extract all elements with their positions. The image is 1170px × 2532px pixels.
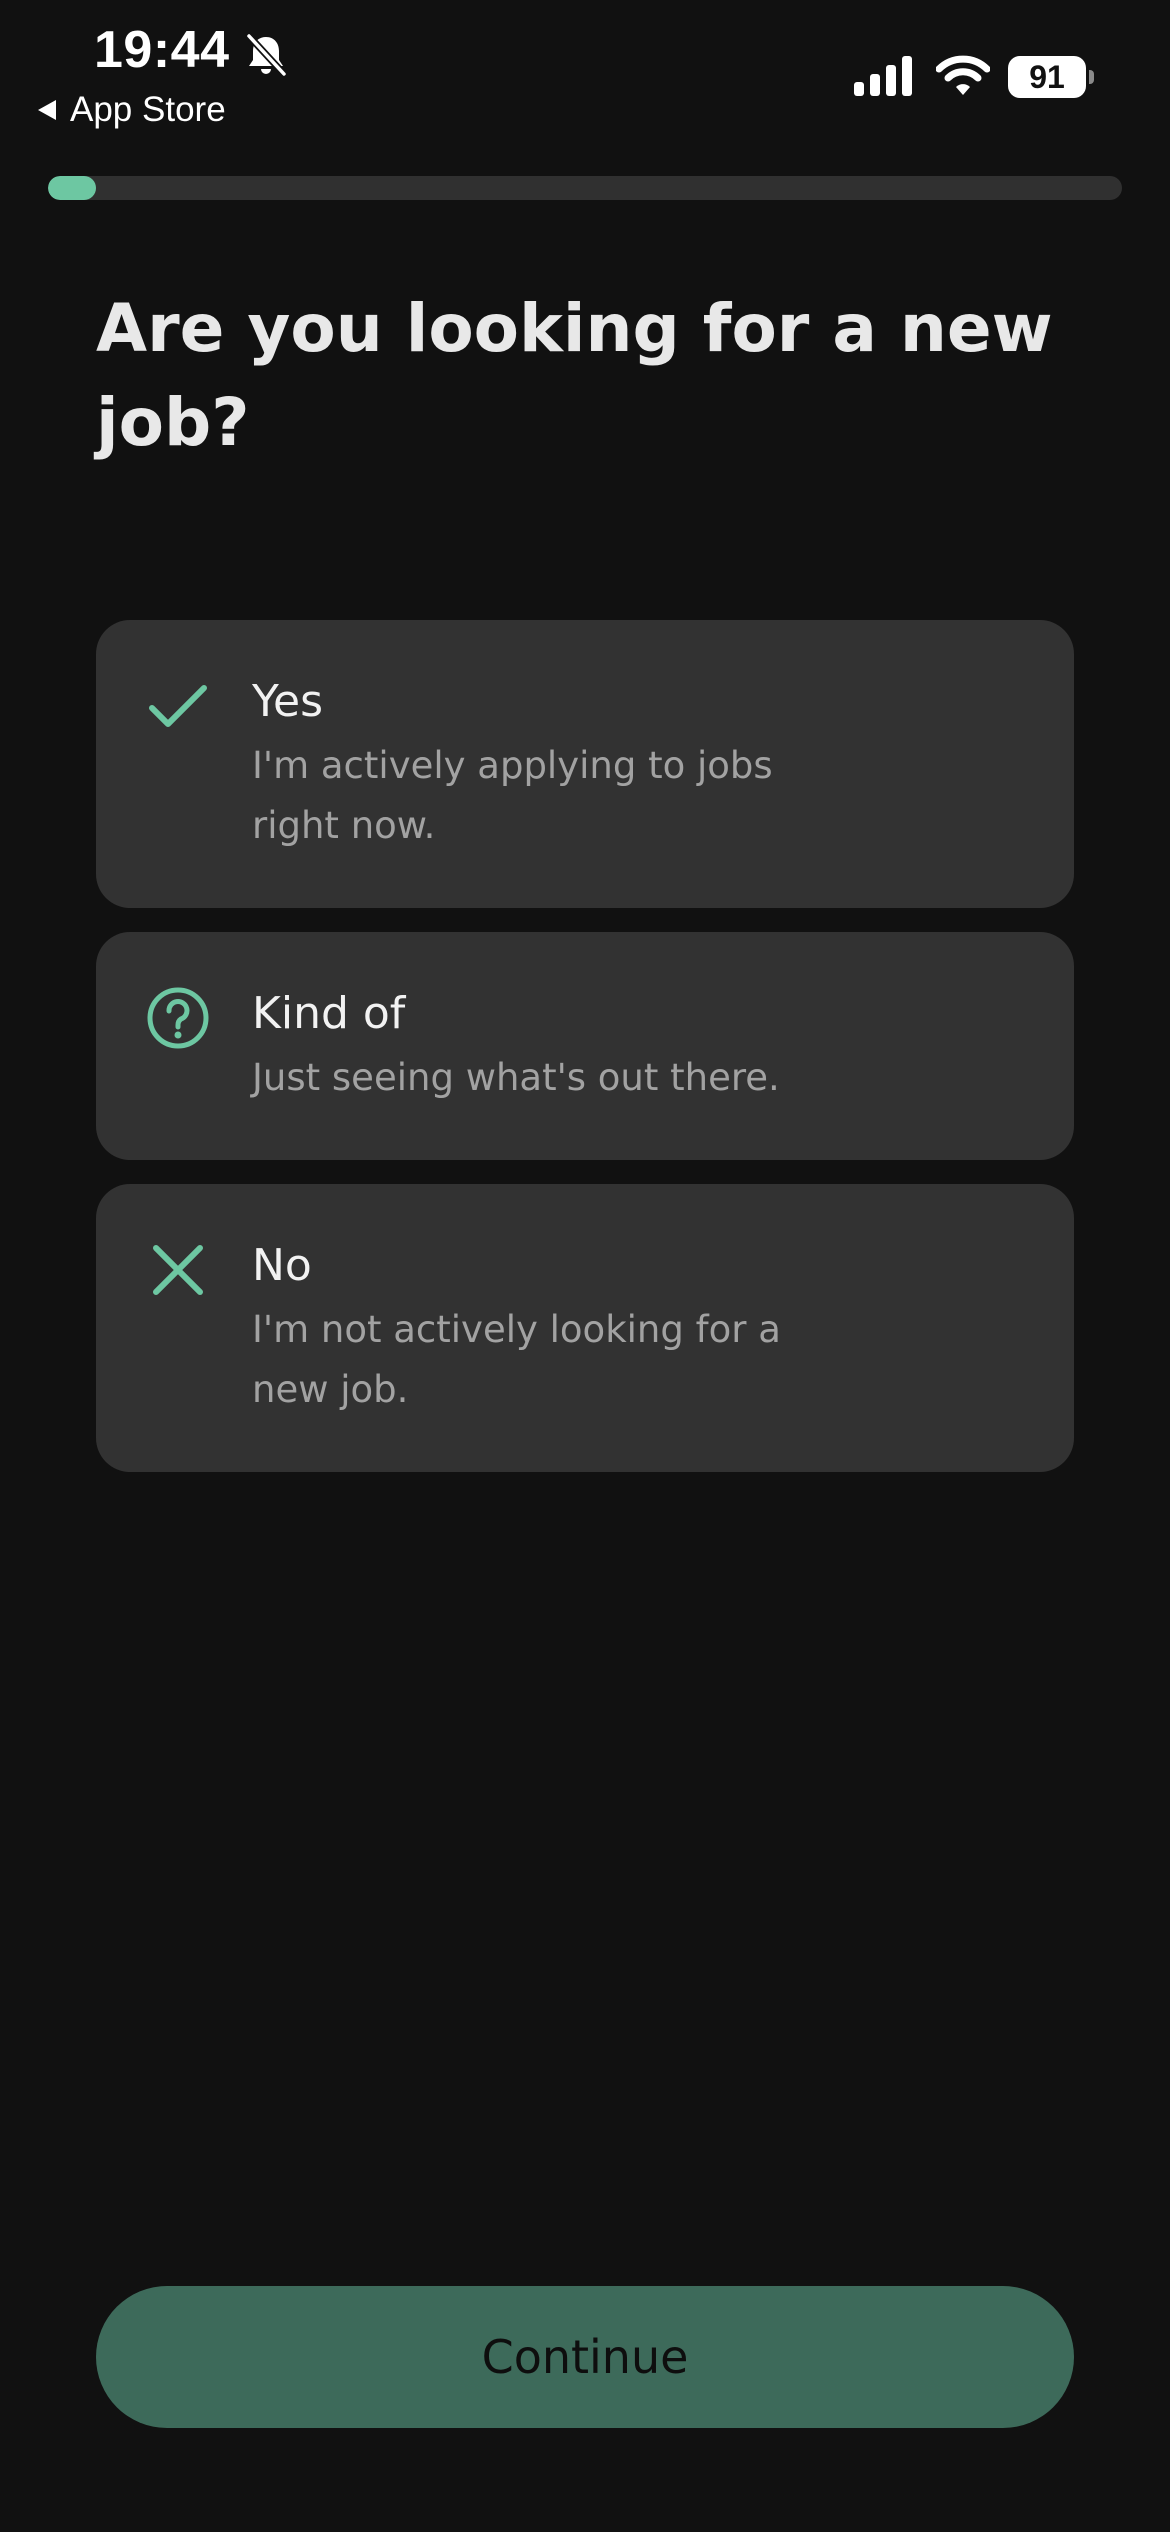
option-description: Just seeing what's out there. (252, 1056, 780, 1099)
progress-bar (48, 176, 1122, 200)
option-kind-of[interactable]: Kind of Just seeing what's out there. (96, 932, 1074, 1160)
back-label: App Store (70, 90, 226, 129)
back-to-app-store-link[interactable]: App Store (36, 88, 226, 132)
question-circle-icon (146, 986, 210, 1050)
battery-body: 91 (1008, 56, 1086, 98)
battery-icon: 91 (1008, 56, 1094, 98)
option-title: No (252, 1240, 312, 1291)
back-arrow-icon (36, 99, 58, 121)
progress-fill (48, 176, 97, 200)
cellular-signal-icon (854, 56, 914, 96)
continue-button[interactable]: Continue (96, 2286, 1074, 2428)
option-title: Yes (252, 676, 324, 727)
option-no[interactable]: No I'm not actively looking for a new jo… (96, 1184, 1074, 1472)
option-yes[interactable]: Yes I'm actively applying to jobs right … (96, 620, 1074, 908)
option-title: Kind of (252, 988, 406, 1039)
option-kind-of-text: Kind of Just seeing what's out there. (252, 984, 952, 1108)
status-bar: 19:44 App Store 91 (0, 0, 1170, 150)
bell-slash-icon (244, 32, 288, 78)
battery-level: 91 (1029, 59, 1065, 95)
option-description: I'm actively applying to jobs right now. (252, 744, 773, 847)
status-time: 19:44 (94, 21, 230, 79)
option-yes-text: Yes I'm actively applying to jobs right … (252, 672, 952, 856)
option-no-text: No I'm not actively looking for a new jo… (252, 1236, 952, 1420)
x-mark-icon (146, 1238, 210, 1302)
option-description: I'm not actively looking for a new job. (252, 1308, 781, 1411)
battery-cap (1089, 70, 1094, 84)
wifi-icon (935, 54, 991, 96)
question-title: Are you looking for a new job? (96, 290, 1053, 461)
checkmark-icon (146, 674, 210, 738)
